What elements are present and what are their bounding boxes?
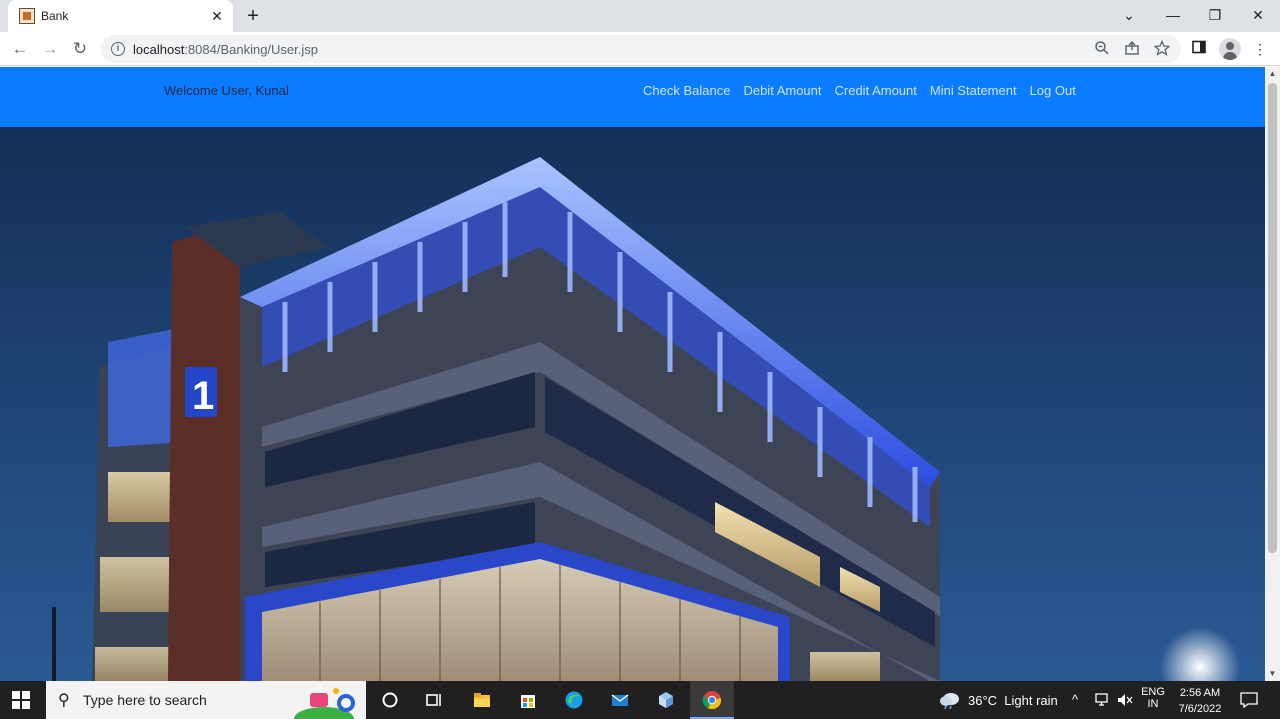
forward-icon[interactable]: → (39, 38, 61, 60)
browser-tabstrip: Bank ✕ + ⌄ — ❐ ✕ (0, 0, 1280, 32)
menu-icon[interactable]: ⋮ (1250, 39, 1270, 59)
notifications-icon[interactable] (1240, 692, 1258, 708)
windows-taskbar: ⚲ Type here to search 36°C Light rain ^ … (0, 681, 1280, 719)
mail-icon[interactable] (598, 681, 642, 719)
zoom-icon[interactable] (1093, 40, 1111, 58)
cortana-button[interactable] (368, 681, 412, 719)
nav-links: Check Balance Debit Amount Credit Amount… (643, 83, 1076, 98)
close-window-button[interactable]: ✕ (1246, 4, 1270, 26)
debit-amount-link[interactable]: Debit Amount (743, 83, 821, 98)
windows-start-icon[interactable] (12, 691, 30, 709)
weather-widget[interactable]: 36°C Light rain (968, 693, 1058, 708)
new-tab-button[interactable]: + (243, 6, 263, 26)
welcome-text: Welcome User, Kunal (164, 83, 289, 98)
bank-building-hero-image: 1 (0, 127, 1265, 681)
info-icon[interactable]: i (111, 42, 125, 56)
weather-temp: 36°C (968, 693, 998, 708)
address-bar[interactable]: i localhost:8084/Banking/User.jsp (101, 35, 1181, 63)
back-icon[interactable]: ← (9, 38, 31, 60)
browser-tab[interactable]: Bank ✕ (8, 0, 233, 32)
clock-time: 2:56 AM (1179, 687, 1221, 699)
tab-search-dropdown-icon[interactable]: ⌄ (1117, 4, 1141, 26)
mini-statement-link[interactable]: Mini Statement (930, 83, 1017, 98)
chrome-browser-icon[interactable] (690, 681, 734, 719)
minimize-button[interactable]: — (1161, 4, 1185, 26)
scroll-up-icon[interactable]: ▲ (1265, 67, 1280, 81)
url-text: localhost:8084/Banking/User.jsp (133, 42, 318, 57)
page-viewport: Welcome User, Kunal Check Balance Debit … (0, 67, 1265, 681)
profile-icon[interactable] (1219, 38, 1241, 60)
check-balance-link[interactable]: Check Balance (643, 83, 730, 98)
search-icon: ⚲ (58, 692, 70, 709)
scroll-down-icon[interactable]: ▼ (1265, 667, 1280, 681)
reload-icon[interactable]: ↻ (69, 38, 91, 60)
tab-title: Bank (41, 9, 69, 23)
log-out-link[interactable]: Log Out (1030, 83, 1076, 98)
taskbar-search-placeholder: Type here to search (83, 692, 207, 708)
star-icon[interactable] (1153, 39, 1171, 58)
share-icon[interactable] (1123, 40, 1141, 58)
network-icon[interactable] (1095, 693, 1111, 707)
restore-button[interactable]: ❐ (1203, 4, 1227, 26)
url-path: :8084/Banking/User.jsp (184, 42, 319, 57)
show-hidden-icons-chevron-icon[interactable]: ^ (1072, 692, 1078, 707)
bank-favicon-icon (19, 8, 35, 24)
3d-box-app-icon[interactable] (644, 681, 688, 719)
language-code: ENG (1141, 686, 1165, 698)
scroll-thumb[interactable] (1268, 83, 1277, 553)
page-scrollbar[interactable]: ▲ ▼ (1265, 67, 1280, 681)
volume-muted-icon[interactable] (1117, 693, 1133, 707)
weather-cloud-rain-icon[interactable] (939, 691, 961, 709)
region-code: IN (1147, 698, 1159, 710)
sidepanel-icon[interactable] (1189, 39, 1209, 59)
weather-desc: Light rain (1004, 693, 1058, 708)
credit-amount-link[interactable]: Credit Amount (835, 83, 917, 98)
clock[interactable]: 2:56 AM 7/6/2022 (1174, 685, 1226, 717)
task-view-button[interactable] (412, 681, 456, 719)
tab-close-icon[interactable]: ✕ (208, 7, 226, 25)
browser-toolbar: ← → ↻ i localhost:8084/Banking/User.jsp … (0, 32, 1280, 66)
language-indicator[interactable]: ENG IN (1140, 686, 1166, 710)
search-highlight-icon (294, 688, 355, 719)
url-host: localhost (133, 42, 185, 57)
clock-date: 7/6/2022 (1178, 703, 1222, 715)
top-navbar: Welcome User, Kunal Check Balance Debit … (0, 67, 1265, 127)
edge-browser-icon[interactable] (552, 681, 596, 719)
taskbar-search-box[interactable]: ⚲ Type here to search (46, 681, 366, 719)
file-explorer-icon[interactable] (460, 681, 504, 719)
bank-sign-number: 1 (192, 374, 214, 418)
microsoft-store-icon[interactable] (506, 681, 550, 719)
